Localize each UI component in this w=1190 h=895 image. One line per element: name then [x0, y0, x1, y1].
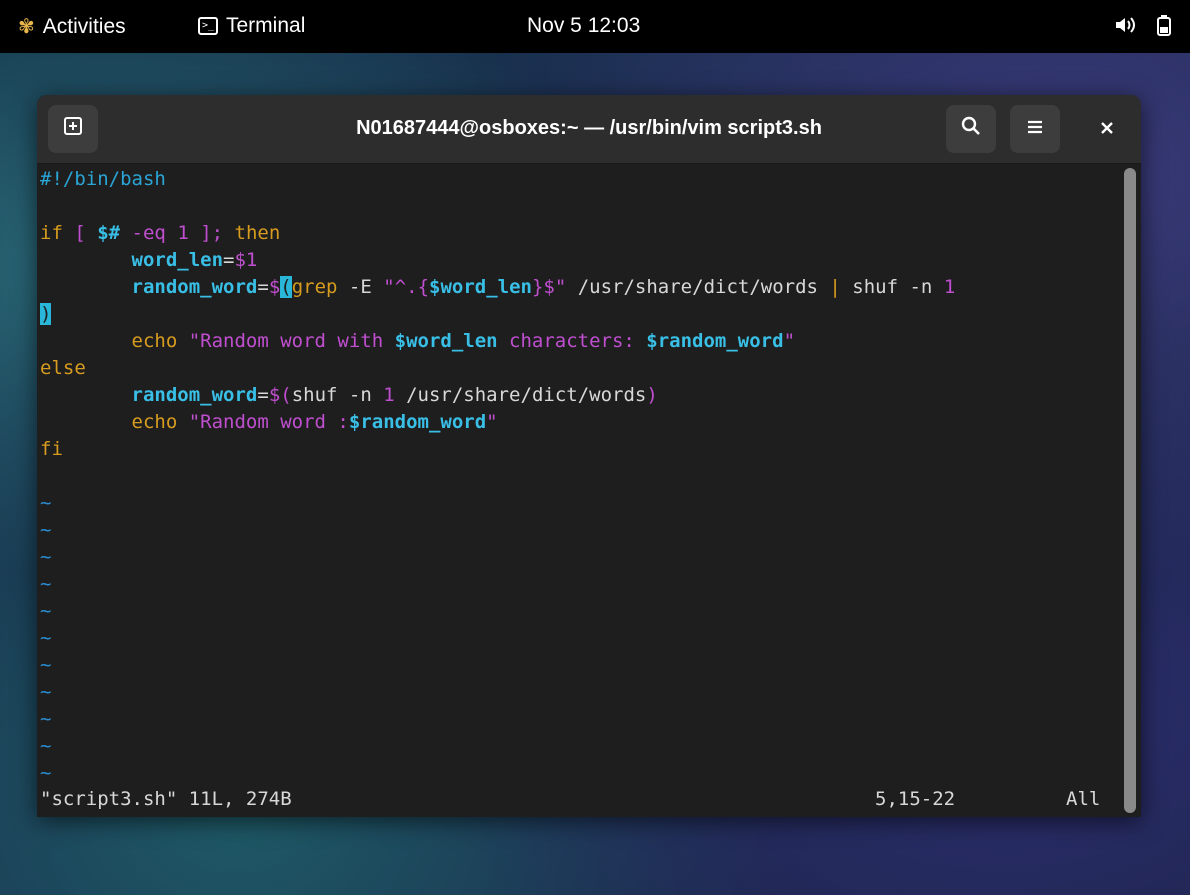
code-token: $random_word	[646, 330, 784, 352]
code-line: echo "Random word with $word_len charact…	[40, 328, 796, 355]
scrollbar[interactable]	[1124, 168, 1136, 813]
code-token: echo	[131, 330, 178, 352]
code-token: 1	[383, 384, 395, 406]
app-menu-terminal[interactable]: >_ Terminal	[198, 14, 305, 38]
code-token: grep	[291, 276, 338, 298]
search-icon	[960, 115, 982, 143]
empty-line-tilde: ~	[40, 627, 52, 649]
code-token: $(	[268, 384, 292, 406]
code-token: "Random word :	[177, 411, 349, 433]
code-token: characters:	[497, 330, 647, 352]
activities-button[interactable]: ✾ Activities	[18, 14, 126, 39]
search-button[interactable]	[946, 105, 996, 153]
code-line: )	[40, 301, 52, 328]
code-token: |	[829, 276, 841, 298]
empty-line-tilde: ~	[40, 735, 52, 757]
close-icon	[1099, 117, 1115, 142]
code-token: if	[40, 222, 63, 244]
code-token: 1	[177, 222, 189, 244]
status-cursor-position: 5,15-22	[875, 788, 956, 810]
code-token: #!/bin/bash	[40, 168, 166, 190]
code-token: $word_len	[394, 330, 498, 352]
code-line: fi	[40, 436, 63, 463]
app-name-label: Terminal	[226, 14, 306, 37]
code-line: echo "Random word :$random_word"	[40, 409, 498, 436]
code-token: "	[486, 411, 498, 433]
empty-line-tilde: ~	[40, 546, 52, 568]
vim-editor[interactable]: #!/bin/bash if [ $# -eq 1 ]; then word_le…	[37, 164, 1123, 817]
empty-line-tilde: ~	[40, 600, 52, 622]
code-token: $word_len	[429, 276, 532, 298]
code-token: /usr/share/dict/words	[394, 384, 647, 406]
code-token: fi	[40, 438, 63, 460]
code-token: =	[257, 276, 269, 298]
code-token: 1	[943, 276, 956, 298]
code-token: =	[223, 249, 235, 271]
empty-line-tilde: ~	[40, 519, 52, 541]
code-token: $1	[234, 249, 258, 271]
code-token: shuf -n	[291, 384, 384, 406]
code-line: random_word=$(grep -E "^.{$word_len}$" /…	[40, 274, 955, 301]
code-token: $random_word	[348, 411, 487, 433]
code-token: word_len	[131, 249, 224, 271]
code-token: =	[257, 384, 269, 406]
terminal-icon: >_	[198, 17, 218, 35]
hamburger-menu-icon	[1025, 117, 1045, 142]
gnome-flower-icon: ✾	[18, 16, 35, 38]
code-token: "Random word with	[177, 330, 395, 352]
empty-line-tilde: ~	[40, 492, 52, 514]
top-bar: ✾ Activities >_ Terminal Nov 5 12:03	[0, 0, 1190, 53]
empty-line-tilde: ~	[40, 708, 52, 730]
battery-icon	[1156, 14, 1172, 42]
status-file-info: "script3.sh" 11L, 274B	[40, 788, 292, 810]
vim-cursor: )	[40, 303, 52, 325]
code-token: "	[783, 330, 796, 352]
code-token: -E	[337, 276, 384, 298]
code-token: then	[234, 222, 281, 244]
close-button[interactable]	[1082, 105, 1132, 153]
code-token: )	[646, 384, 658, 406]
menu-button[interactable]	[1010, 105, 1060, 153]
code-token: else	[40, 357, 86, 379]
empty-line-tilde: ~	[40, 681, 52, 703]
code-token: echo	[131, 411, 178, 433]
clock[interactable]: Nov 5 12:03	[527, 14, 640, 38]
clock-label: Nov 5 12:03	[527, 14, 641, 37]
status-scroll: All	[1066, 788, 1101, 810]
code-token: random_word	[131, 276, 258, 298]
code-token: }$"	[531, 276, 567, 298]
code-token: /usr/share/dict/words	[566, 276, 830, 298]
code-line: else	[40, 355, 86, 382]
system-status-menu[interactable]	[1114, 14, 1172, 42]
code-token: ];	[188, 222, 235, 244]
code-token: $#	[97, 222, 121, 244]
code-token: random_word	[131, 384, 258, 406]
empty-line-tilde: ~	[40, 762, 52, 784]
empty-line-tilde: ~	[40, 654, 52, 676]
code-line: #!/bin/bash	[40, 166, 166, 193]
vim-cursor: (	[280, 276, 292, 298]
activities-label: Activities	[42, 14, 126, 38]
code-line: random_word=$(shuf -n 1 /usr/share/dict/…	[40, 382, 658, 409]
code-token: [	[62, 222, 98, 244]
code-token: $	[268, 276, 281, 298]
code-token: "^.{	[383, 276, 430, 298]
terminal-window: N01687444@osboxes:~ — /usr/bin/vim scrip…	[37, 95, 1141, 817]
window-headerbar: N01687444@osboxes:~ — /usr/bin/vim scrip…	[37, 95, 1141, 164]
code-token: -eq	[120, 222, 178, 244]
empty-line-tilde: ~	[40, 573, 52, 595]
code-line: if [ $# -eq 1 ]; then	[40, 220, 280, 247]
code-line: word_len=$1	[40, 247, 258, 274]
code-token: shuf -n	[840, 276, 944, 298]
volume-icon	[1114, 15, 1136, 41]
